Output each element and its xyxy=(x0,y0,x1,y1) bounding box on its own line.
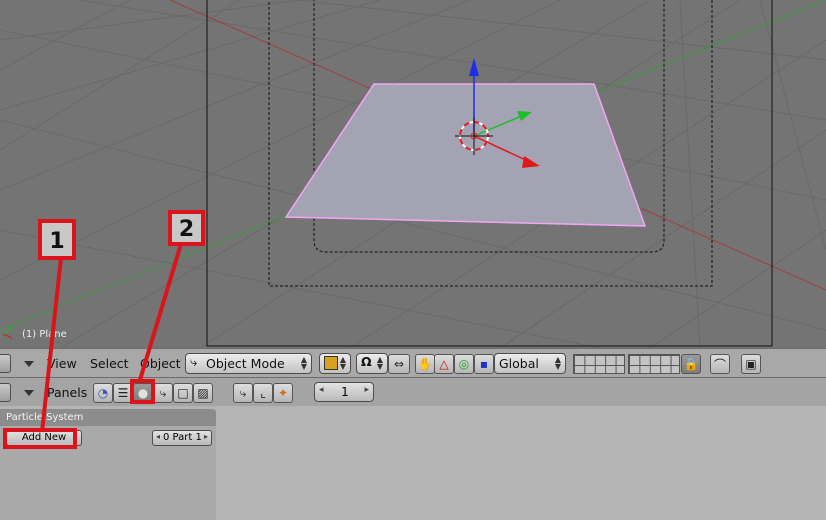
buttons-window-header: Panels ◔ ☰ ● ⤷ □ ▨ ⤷ ⌞ ✦ ◂ 1 ▸ xyxy=(0,377,826,406)
select-arrows-icon: ▲ ▼ xyxy=(300,355,307,371)
callout-1-number: 1 xyxy=(38,219,76,260)
select-arrows-icon: ▲ ▼ xyxy=(376,355,383,371)
editing-context-icon[interactable]: □ xyxy=(173,383,193,403)
pivot-icon: Ω xyxy=(361,354,372,369)
particles-subcontext-icon[interactable]: ✦ xyxy=(273,383,293,403)
editor-type-button[interactable] xyxy=(0,354,11,373)
snap-icon[interactable]: ⌒ xyxy=(710,354,730,374)
scale-manipulator-icon[interactable]: ▪ xyxy=(474,354,494,374)
object-context-icon[interactable]: ⤷ xyxy=(153,383,173,403)
mode-select[interactable]: ⤷ Object Mode ▲ ▼ xyxy=(185,353,312,374)
orientation-select-value: Global xyxy=(499,356,539,371)
frame-number-field[interactable]: ◂ 1 ▸ xyxy=(314,382,374,402)
menu-view[interactable]: View xyxy=(47,356,77,371)
panels-label: Panels xyxy=(47,385,88,400)
increment-arrow-icon[interactable]: ▸ xyxy=(364,385,369,395)
select-arrows-icon: ▲ ▼ xyxy=(339,355,346,371)
axis-widget-x xyxy=(2,333,13,339)
lock-layer-icon[interactable]: 🔒 xyxy=(681,354,701,374)
callout-2-highlight xyxy=(130,379,155,404)
selected-plane[interactable] xyxy=(284,83,647,227)
particle-system-panel: Particle System Add New ◂ 0 Part 1 ▸ xyxy=(0,409,216,520)
3d-viewport[interactable]: (1) Plane xyxy=(0,0,826,348)
particle-part-field[interactable]: ◂ 0 Part 1 ▸ xyxy=(152,430,212,446)
translate-manipulator-icon[interactable]: △ xyxy=(434,354,454,374)
menu-object[interactable]: Object xyxy=(140,356,181,371)
object-subcontext-icon[interactable]: ⤷ xyxy=(233,383,253,403)
collapse-menus-icon[interactable] xyxy=(24,390,34,396)
rotate-manipulator-icon[interactable]: ◎ xyxy=(454,354,474,374)
render-image-icon[interactable]: ▣ xyxy=(741,354,761,374)
increment-arrow-icon[interactable]: ▸ xyxy=(204,432,208,441)
panel-title[interactable]: Particle System xyxy=(0,409,216,426)
object-mode-icon: ⤷ xyxy=(190,355,198,370)
collapse-menus-icon[interactable] xyxy=(24,361,34,367)
viewport-canvas[interactable] xyxy=(0,0,826,348)
editor-type-button[interactable] xyxy=(0,383,11,402)
mode-select-value: Object Mode xyxy=(206,356,285,371)
solid-draw-icon xyxy=(324,356,338,370)
layer-buttons-1[interactable] xyxy=(573,354,625,374)
axis-widget-y xyxy=(2,325,15,335)
callout-1-highlight xyxy=(3,428,77,449)
menu-select[interactable]: Select xyxy=(90,356,129,371)
logic-context-icon[interactable]: ◔ xyxy=(93,383,113,403)
orientation-select[interactable]: Global ▲ ▼ xyxy=(494,353,566,374)
scene-context-icon[interactable]: ▨ xyxy=(193,383,213,403)
hand-manipulator-icon[interactable]: ✋ xyxy=(415,354,435,374)
draw-type-select[interactable]: ▲ ▼ xyxy=(319,353,351,374)
pivot-select[interactable]: Ω ▲ ▼ xyxy=(356,353,388,374)
layer-toggle-icon[interactable]: ⇔ xyxy=(388,354,410,374)
z-axis-arrow[interactable] xyxy=(469,58,479,76)
callout-2-number: 2 xyxy=(168,210,205,246)
decrement-arrow-icon[interactable]: ◂ xyxy=(156,432,160,441)
physics-subcontext-icon[interactable]: ⌞ xyxy=(253,383,273,403)
active-object-label: (1) Plane xyxy=(22,329,67,340)
select-arrows-icon: ▲ ▼ xyxy=(554,355,561,371)
layer-buttons-2[interactable] xyxy=(628,354,680,374)
part-label: 0 Part 1 xyxy=(163,432,202,443)
viewport-header: View Select Object ⤷ Object Mode ▲ ▼ ▲ ▼ Ω… xyxy=(0,348,826,377)
